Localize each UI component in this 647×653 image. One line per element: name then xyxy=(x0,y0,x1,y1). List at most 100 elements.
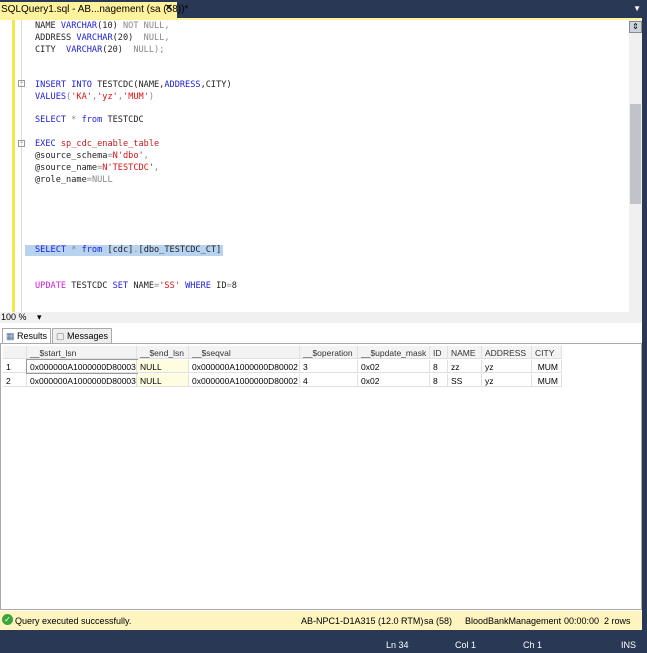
code-line: CITY VARCHAR(20) NULL); xyxy=(35,45,164,56)
column-header[interactable]: __$operation xyxy=(300,346,358,359)
grid-cell[interactable]: MUM xyxy=(532,360,562,373)
column-header[interactable] xyxy=(3,346,27,359)
column-header[interactable]: CITY xyxy=(532,346,562,359)
code-token: VARCHAR xyxy=(76,33,113,43)
code-token: @source_name xyxy=(35,163,98,173)
grid-cell[interactable]: 3 xyxy=(300,360,358,373)
code-line: EXEC sp_cdc_enable_table xyxy=(35,139,159,150)
grid-cell[interactable]: yz xyxy=(482,360,532,373)
insert-mode: INS xyxy=(621,640,637,650)
tab-results[interactable]: ▦ Results xyxy=(2,328,52,343)
split-icon[interactable]: ⇕ xyxy=(629,21,642,33)
grid-cell[interactable]: 0x02 xyxy=(358,360,430,373)
grid-cell[interactable]: SS xyxy=(448,374,482,387)
code-token: VARCHAR xyxy=(60,21,98,31)
window-edge xyxy=(642,18,647,630)
results-grid[interactable]: __$start_lsn __$end_lsn __$seqval __$operat… xyxy=(0,343,642,610)
row-count: 2 rows xyxy=(604,616,631,626)
code-token: @role_name xyxy=(35,175,87,185)
code-token: ID xyxy=(216,281,227,291)
code-token: NAME xyxy=(35,21,61,31)
grid-cell[interactable]: NULL xyxy=(137,360,189,373)
results-tabs: ▦ Results ▢ Messages xyxy=(0,325,642,343)
code-token: WHERE xyxy=(185,281,217,291)
vertical-scrollbar[interactable]: ⇕ xyxy=(629,20,642,312)
zoom-select[interactable]: 100 % xyxy=(1,312,27,322)
grid-cell[interactable]: MUM xyxy=(532,374,562,387)
grid-cell[interactable]: 2 xyxy=(3,374,27,387)
code-token: ); xyxy=(154,45,165,55)
tab-messages-label: Messages xyxy=(67,331,109,341)
change-indicator xyxy=(12,20,15,312)
zoom-bar: 100 % ▾ xyxy=(0,312,642,323)
tab-messages[interactable]: ▢ Messages xyxy=(52,328,113,343)
collapse-icon[interactable]: − xyxy=(18,80,25,87)
code-line: INSERT INTO TESTCDC(NAME,ADDRESS,CITY) xyxy=(35,80,232,91)
grid-cell[interactable]: 0x000000A1000000D80002 xyxy=(189,360,300,373)
code-token: , xyxy=(143,151,149,161)
code-token: [dbo_TESTCDC_CT] xyxy=(138,245,222,255)
code-line: @role_name=NULL xyxy=(35,175,113,186)
code-token: TESTCDC(NAME, xyxy=(97,80,165,90)
column-number: Col 1 xyxy=(455,640,477,650)
code-line: SELECT * from TESTCDC xyxy=(35,115,144,126)
database-name: BloodBankManagement xyxy=(465,616,562,626)
dropdown-icon[interactable]: ▼ xyxy=(633,4,641,13)
code-token: (20) xyxy=(102,45,134,55)
code-line: SELECT * from [cdc].[dbo_TESTCDC_CT] xyxy=(25,245,224,256)
column-header[interactable]: NAME xyxy=(448,346,482,359)
code-token: UPDATE xyxy=(35,281,72,291)
grid-cell[interactable]: 0x000000A1000000D80003 xyxy=(27,374,137,387)
server-name: AB-NPC1-D1A315 (12.0 RTM) xyxy=(301,616,424,626)
column-header[interactable]: __$update_mask xyxy=(358,346,430,359)
success-icon: ✓ xyxy=(2,614,13,625)
column-header[interactable]: __$seqval xyxy=(189,346,300,359)
grid-cell[interactable]: 8 xyxy=(430,360,448,373)
grid-cell[interactable]: 1 xyxy=(3,360,27,373)
query-editor[interactable]: − − NAME VARCHAR(10) NOT NULL, ADDRESS VA… xyxy=(0,18,642,312)
code-token: N'dbo' xyxy=(112,151,144,161)
code-token: SELECT xyxy=(35,245,72,255)
table-row[interactable]: 1 0x000000A1000000D80003 NULL 0x000000A1000… xyxy=(3,359,562,374)
grid-cell[interactable]: 0x000000A1000000D80002 xyxy=(189,374,300,387)
code-token: SELECT xyxy=(35,115,72,125)
line-number: Ln 34 xyxy=(386,640,409,650)
document-tab[interactable]: SQLQuery1.sql - AB...nagement (sa (58))*… xyxy=(0,2,188,18)
elapsed-time: 00:00:00 xyxy=(564,616,600,626)
grid-cell[interactable]: yz xyxy=(482,374,532,387)
code-token: NULL xyxy=(143,33,165,43)
chevron-down-icon[interactable]: ▾ xyxy=(37,312,42,322)
code-line: UPDATE TESTCDC SET NAME='SS' WHERE ID=8 xyxy=(35,281,237,292)
grid-cell[interactable]: 0x02 xyxy=(358,374,430,387)
scrollbar-thumb[interactable] xyxy=(630,104,641,204)
code-line: NAME VARCHAR(10) NOT NULL, xyxy=(35,21,170,32)
table-row[interactable]: 2 0x000000A1000000D80003 NULL 0x000000A1000… xyxy=(3,374,562,387)
grid-cell[interactable]: 0x000000A1000000D80003 xyxy=(26,359,138,374)
grid-cell[interactable]: zz xyxy=(448,360,482,373)
grid-cell[interactable]: 4 xyxy=(300,374,358,387)
code-line: ADDRESS VARCHAR(20) NULL, xyxy=(35,33,170,44)
grid-header[interactable]: __$start_lsn __$end_lsn __$seqval __$operat… xyxy=(3,346,562,359)
code-token: NULL xyxy=(91,175,113,185)
close-icon[interactable]: ✕ xyxy=(165,3,173,14)
code-token: SET xyxy=(112,281,134,291)
code-token: sp_cdc_enable_table xyxy=(60,139,160,149)
code-token: TESTCDC xyxy=(71,281,113,291)
column-header[interactable]: __$start_lsn xyxy=(27,346,137,359)
code-token: , xyxy=(154,163,160,173)
column-header[interactable]: ADDRESS xyxy=(482,346,532,359)
code-token: NOT NULL xyxy=(122,21,165,31)
code-line: @source_name=N'TESTCDC', xyxy=(35,163,159,174)
collapse-icon[interactable]: − xyxy=(18,140,25,147)
tab-title: SQLQuery1.sql - AB...nagement (sa (58))* xyxy=(1,4,189,15)
code-token: NAME xyxy=(133,281,155,291)
column-header[interactable]: __$end_lsn xyxy=(137,346,189,359)
code-token: ADDRESS xyxy=(164,80,201,90)
grid-cell[interactable]: 8 xyxy=(430,374,448,387)
code-token: ) xyxy=(148,92,155,102)
column-header[interactable]: ID xyxy=(430,346,448,359)
code-token: 'KA' xyxy=(71,92,92,102)
code-token: ,CITY) xyxy=(200,80,232,90)
tab-results-label: Results xyxy=(17,331,48,341)
grid-cell[interactable]: NULL xyxy=(137,374,189,387)
